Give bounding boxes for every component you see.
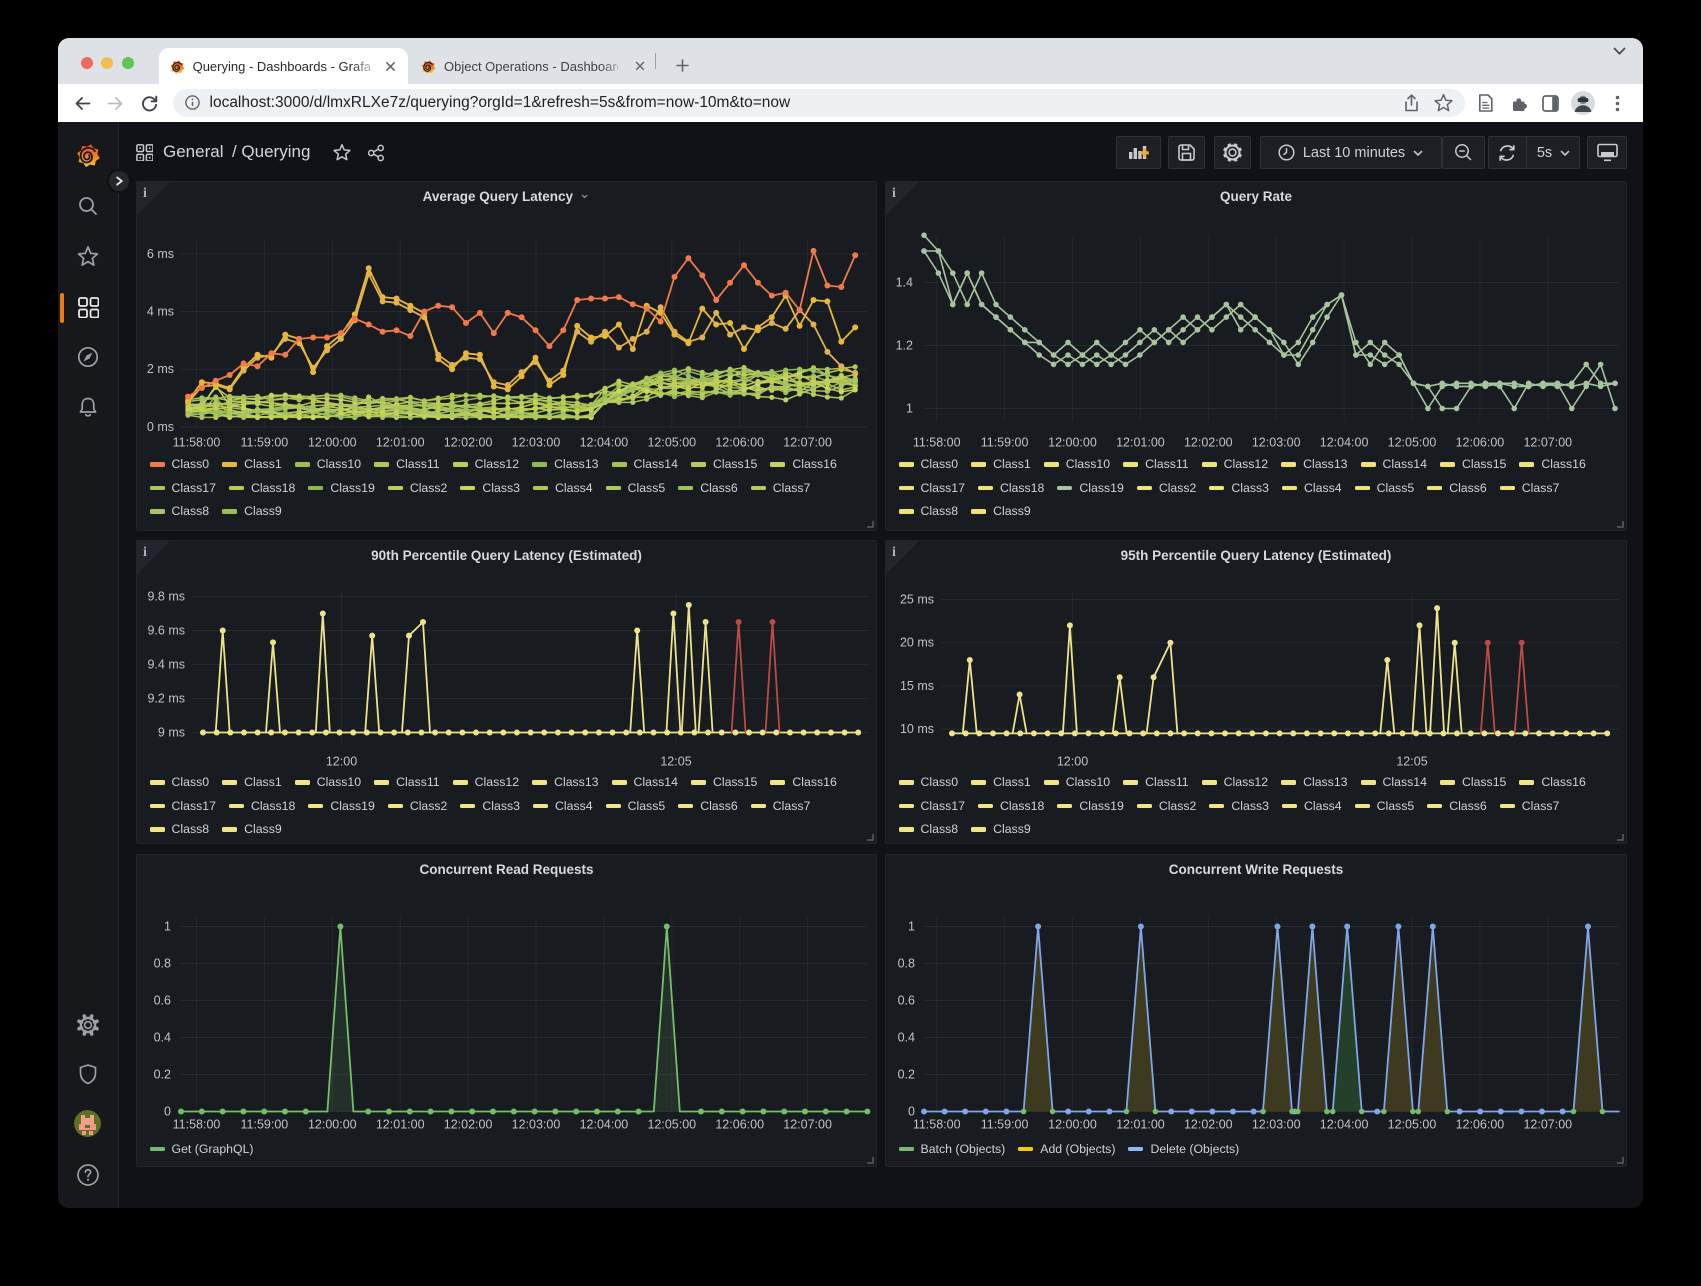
svg-text:12:03:00: 12:03:00 [1252, 1118, 1301, 1132]
svg-text:0.2: 0.2 [898, 1068, 915, 1082]
svg-text:12:05:00: 12:05:00 [1388, 435, 1437, 449]
svg-text:0: 0 [164, 1105, 171, 1119]
svg-text:0.8: 0.8 [898, 957, 915, 971]
svg-text:12:02:00: 12:02:00 [1184, 1118, 1233, 1132]
svg-text:11:59:00: 11:59:00 [241, 435, 289, 449]
svg-text:9.6 ms: 9.6 ms [147, 623, 185, 637]
svg-text:12:03:00: 12:03:00 [1252, 435, 1301, 449]
svg-text:12:05:00: 12:05:00 [1388, 1118, 1437, 1132]
svg-text:12:06:00: 12:06:00 [715, 1118, 764, 1132]
svg-text:0.8: 0.8 [154, 957, 171, 971]
svg-text:12:01:00: 12:01:00 [1116, 1118, 1165, 1132]
svg-text:11:58:00: 11:58:00 [173, 435, 221, 449]
svg-text:9.4 ms: 9.4 ms [147, 657, 185, 671]
svg-text:2 ms: 2 ms [147, 362, 174, 376]
svg-text:12:00: 12:00 [1057, 754, 1088, 768]
svg-text:12:05:00: 12:05:00 [647, 435, 696, 449]
svg-text:1.2: 1.2 [896, 338, 913, 352]
svg-text:12:07:00: 12:07:00 [783, 435, 832, 449]
svg-text:12:04:00: 12:04:00 [1320, 1118, 1369, 1132]
svg-text:4 ms: 4 ms [147, 304, 174, 318]
svg-text:12:04:00: 12:04:00 [1320, 435, 1369, 449]
svg-text:9.2 ms: 9.2 ms [147, 691, 185, 705]
svg-text:12:03:00: 12:03:00 [512, 435, 561, 449]
svg-text:12:07:00: 12:07:00 [1523, 435, 1572, 449]
svg-text:12:00: 12:00 [326, 754, 357, 768]
svg-text:0.2: 0.2 [154, 1068, 171, 1082]
svg-text:11:58:00: 11:58:00 [173, 1118, 221, 1132]
svg-text:12:02:00: 12:02:00 [1184, 435, 1233, 449]
svg-text:12:00:00: 12:00:00 [1048, 1118, 1097, 1132]
svg-text:1: 1 [906, 401, 913, 415]
svg-text:12:01:00: 12:01:00 [1116, 435, 1165, 449]
svg-text:6 ms: 6 ms [147, 246, 174, 260]
svg-text:25 ms: 25 ms [900, 592, 934, 606]
svg-text:12:03:00: 12:03:00 [512, 1118, 561, 1132]
svg-text:0.6: 0.6 [898, 994, 915, 1008]
svg-text:11:59:00: 11:59:00 [241, 1118, 289, 1132]
svg-text:12:05: 12:05 [660, 754, 691, 768]
svg-text:11:58:00: 11:58:00 [913, 1118, 961, 1132]
svg-text:12:00:00: 12:00:00 [308, 435, 357, 449]
svg-text:11:59:00: 11:59:00 [981, 435, 1029, 449]
svg-text:9 ms: 9 ms [158, 725, 185, 739]
svg-text:12:07:00: 12:07:00 [783, 1118, 832, 1132]
svg-text:10 ms: 10 ms [900, 722, 934, 736]
svg-text:12:02:00: 12:02:00 [444, 1118, 493, 1132]
svg-text:12:01:00: 12:01:00 [376, 435, 425, 449]
svg-text:1: 1 [164, 920, 171, 934]
svg-text:9.8 ms: 9.8 ms [147, 589, 185, 603]
svg-text:12:05:00: 12:05:00 [647, 1118, 696, 1132]
svg-text:12:07:00: 12:07:00 [1523, 1118, 1572, 1132]
svg-text:12:06:00: 12:06:00 [1456, 435, 1505, 449]
svg-text:1.4: 1.4 [896, 275, 913, 289]
svg-text:0.4: 0.4 [898, 1031, 915, 1045]
svg-text:20 ms: 20 ms [900, 635, 934, 649]
svg-text:12:04:00: 12:04:00 [580, 1118, 629, 1132]
svg-text:12:06:00: 12:06:00 [1456, 1118, 1505, 1132]
svg-text:15 ms: 15 ms [900, 678, 934, 692]
svg-text:0: 0 [908, 1105, 915, 1119]
svg-text:12:04:00: 12:04:00 [580, 435, 629, 449]
svg-text:1: 1 [908, 920, 915, 934]
svg-text:12:06:00: 12:06:00 [715, 435, 764, 449]
svg-text:11:58:00: 11:58:00 [913, 435, 961, 449]
svg-text:11:59:00: 11:59:00 [981, 1118, 1029, 1132]
svg-text:0.6: 0.6 [154, 994, 171, 1008]
svg-text:12:02:00: 12:02:00 [444, 435, 493, 449]
svg-text:12:01:00: 12:01:00 [376, 1118, 425, 1132]
svg-text:12:00:00: 12:00:00 [1048, 435, 1097, 449]
svg-text:0.4: 0.4 [154, 1031, 171, 1045]
svg-text:12:05: 12:05 [1396, 754, 1427, 768]
svg-text:12:00:00: 12:00:00 [308, 1118, 357, 1132]
svg-text:0 ms: 0 ms [147, 419, 174, 433]
